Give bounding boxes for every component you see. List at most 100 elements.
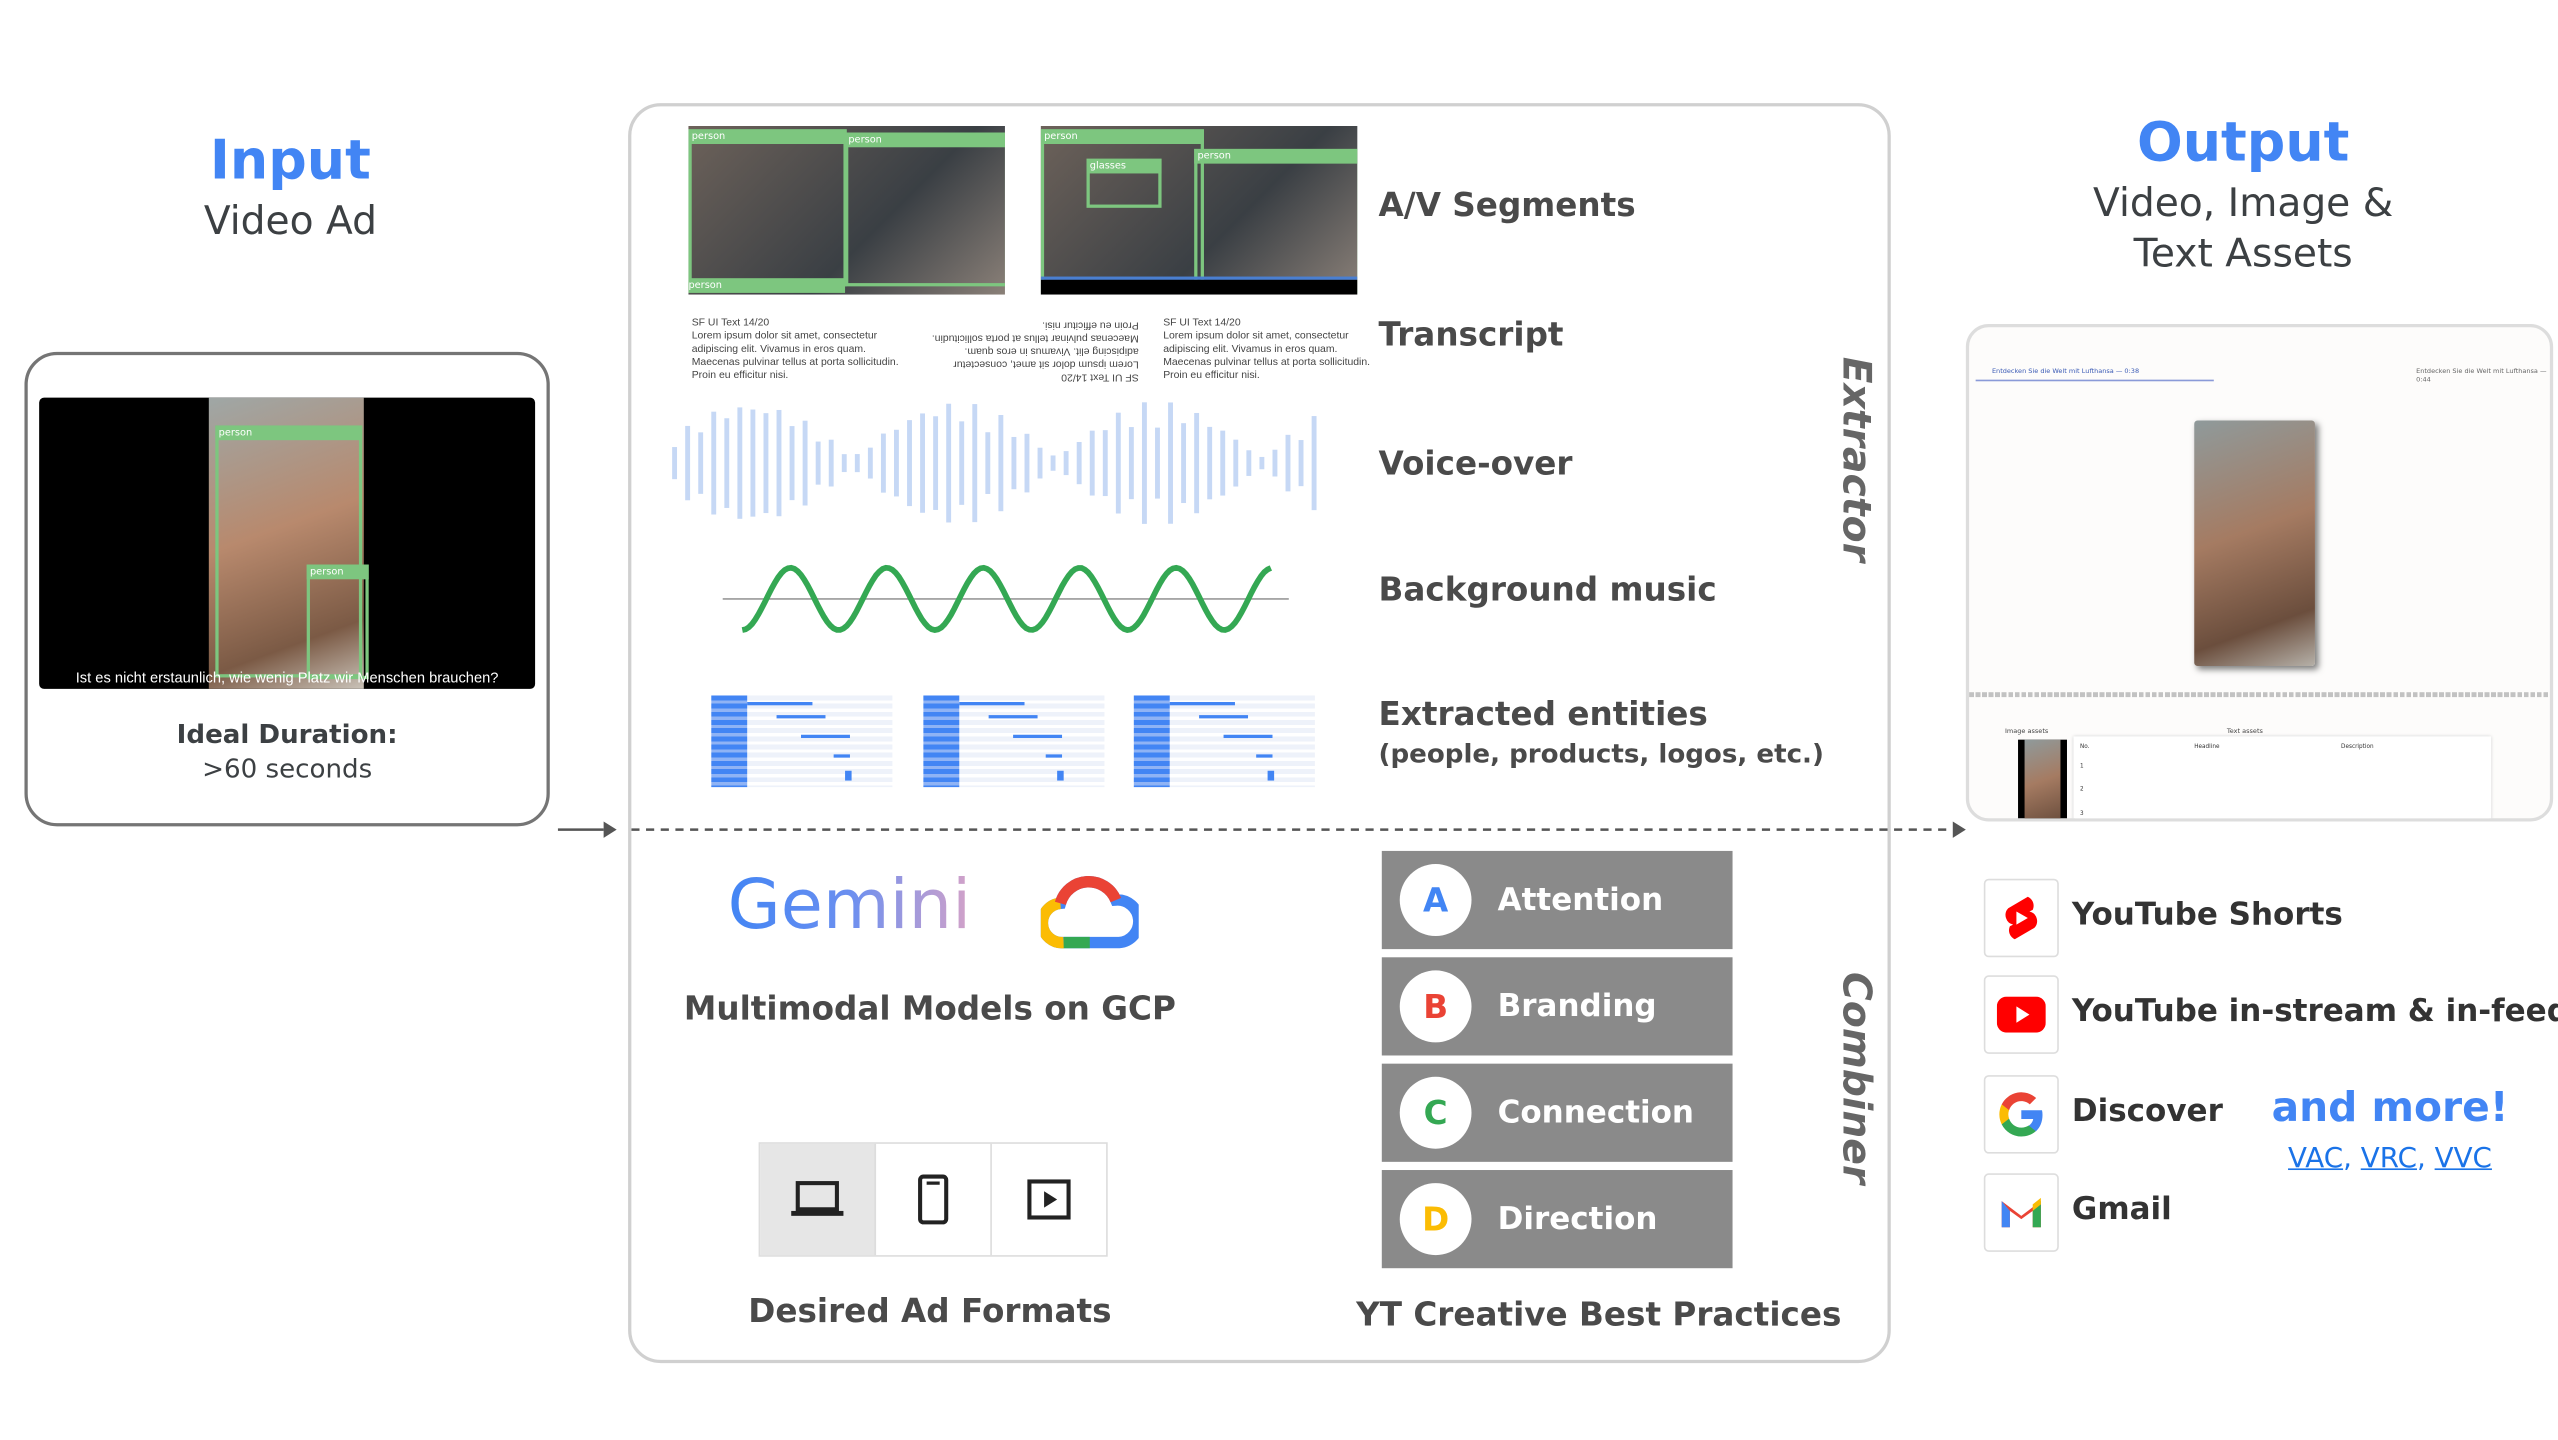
waveform-bar (1037, 447, 1043, 479)
output-subtitle-2: Text Assets (2133, 230, 2353, 277)
entity-table-thumbnail (923, 695, 1105, 788)
play-icon (1027, 1179, 1071, 1220)
output-preview-screenshot: Entdecken Sie die Welt mit Lufthansa — 0… (1965, 324, 2554, 822)
channel-label: YouTube Shorts (2071, 896, 2343, 933)
waveform-bar (1246, 450, 1252, 476)
waveform-bar (1298, 440, 1304, 487)
waveform-bar (1011, 436, 1017, 490)
waveform-bar (1089, 430, 1095, 496)
transcript-snippet: SF UI Text 14/20 Lorem ipsum dolor sit am… (691, 317, 899, 382)
transcript-label: Transcript (1378, 314, 1564, 354)
extractor-label: Extractor (1833, 356, 1880, 562)
waveform-bar (1115, 412, 1121, 514)
waveform-bar (1233, 439, 1239, 487)
person-bounding-box: person (306, 564, 369, 680)
output-title: Output (2136, 109, 2350, 174)
preview-tab[interactable]: Entdecken Sie die Welt mit Lufthansa — 0… (1992, 367, 2139, 375)
waveform-bar (1220, 430, 1226, 496)
waveform-bar (1050, 455, 1056, 471)
practice-label: Connection (1497, 1094, 1695, 1131)
phone-icon (918, 1174, 949, 1225)
waveform-bar (737, 407, 743, 519)
practice-attention: A Attention (1381, 850, 1733, 950)
waveform-bar (946, 403, 952, 523)
waveform-bar (1128, 427, 1134, 500)
waveform-bar (1102, 430, 1108, 497)
practice-letter: C (1399, 1076, 1472, 1149)
image-asset-filmstrip (2018, 739, 2067, 819)
entity-table-thumbnail (1133, 695, 1315, 788)
practice-letter: D (1399, 1183, 1472, 1256)
waveform-bar (985, 432, 991, 494)
transcript-snippet: SF UI Text 14/20 Lorem ipsum dolor sit am… (1163, 317, 1371, 382)
channel-label: Gmail (2071, 1191, 2172, 1228)
waveform-bar (854, 454, 860, 473)
background-music-wave (722, 564, 1289, 633)
waveform-bar (1076, 442, 1082, 485)
waveform-bar (1168, 402, 1173, 524)
background-music-label: Background music (1378, 569, 1717, 609)
link-vrc[interactable]: VRC (2361, 1142, 2417, 1175)
waveform-bar (750, 409, 756, 517)
preview-tab[interactable]: Entdecken Sie die Welt mit Lufthansa — 0… (2416, 367, 2550, 383)
arrow-right-icon (557, 821, 617, 838)
waveform-bar (933, 416, 939, 510)
waveform-bar (959, 421, 965, 505)
waveform-bar (1207, 426, 1213, 500)
duration-label: Ideal Duration: (176, 718, 398, 750)
waveform-bar (1194, 412, 1200, 514)
waveform-bar (711, 411, 717, 515)
waveform-bar (672, 447, 678, 480)
practice-label: Branding (1497, 988, 1657, 1025)
waveform-bar (698, 432, 704, 494)
entities-label: Extracted entities (1378, 693, 1708, 734)
waveform-bar (1285, 434, 1291, 492)
practice-direction: D Direction (1381, 1170, 1733, 1269)
image-assets-label: Image assets (2004, 726, 2049, 735)
and-more-label: and more! (2271, 1083, 2509, 1131)
output-subtitle-1: Video, Image & (2093, 180, 2394, 226)
preview-video[interactable] (2194, 420, 2315, 667)
waveform-bar (1181, 423, 1187, 504)
best-practices-label: YT Creative Best Practices (1356, 1294, 1842, 1334)
ad-formats-label: Desired Ad Formats (748, 1291, 1112, 1331)
input-video-card: person person Ist es nicht erstaunlich, … (24, 351, 550, 827)
transcript-snippet-flipped: SF UI Text 14/20 Lorem ipsum dolor sit am… (931, 319, 1139, 383)
youtube-icon (1983, 975, 2059, 1054)
link-vac[interactable]: VAC (2288, 1142, 2343, 1175)
entity-table-thumbnail (711, 695, 893, 788)
input-video-player[interactable]: person person Ist es nicht erstaunlich, … (39, 397, 536, 689)
link-vvc[interactable]: VVC (2435, 1142, 2492, 1175)
waveform-bar (1063, 451, 1069, 476)
channel-label: Discover (2071, 1093, 2223, 1130)
practice-letter: B (1399, 970, 1472, 1043)
format-laptop-button[interactable] (760, 1143, 877, 1256)
duration-value: >60 seconds (202, 752, 373, 784)
waveform-bar (998, 414, 1004, 512)
youtube-shorts-icon (1983, 878, 2059, 958)
format-video-button[interactable] (992, 1144, 1106, 1255)
waveform-bar (724, 418, 730, 508)
waveform-bar (894, 429, 899, 497)
av-segment-thumbnail: person glasses person (1040, 126, 1358, 295)
gemini-logo: Gemini (727, 864, 972, 945)
waveform-bar (920, 413, 926, 513)
input-title: Input (209, 127, 371, 192)
gmail-icon (1983, 1173, 2059, 1252)
dashed-separator (631, 821, 1966, 838)
voiceover-waveform (672, 402, 1317, 524)
waveform-bar (841, 454, 847, 473)
google-icon (1983, 1075, 2059, 1154)
combiner-label: Combiner (1833, 972, 1880, 1185)
waveform-bar (1155, 427, 1160, 499)
channel-label: YouTube in-stream & in-feed (2071, 993, 2558, 1030)
waveform-bar (802, 420, 808, 506)
format-phone-button[interactable] (876, 1143, 992, 1256)
waveform-bar (880, 433, 886, 493)
laptop-icon (791, 1181, 844, 1216)
waveform-bar (815, 441, 821, 485)
waveform-bar (1024, 433, 1030, 493)
waveform-bar (685, 425, 691, 501)
practice-letter: A (1399, 864, 1472, 937)
text-assets-table: No. Headline Description 1 2 3 (2073, 736, 2492, 819)
